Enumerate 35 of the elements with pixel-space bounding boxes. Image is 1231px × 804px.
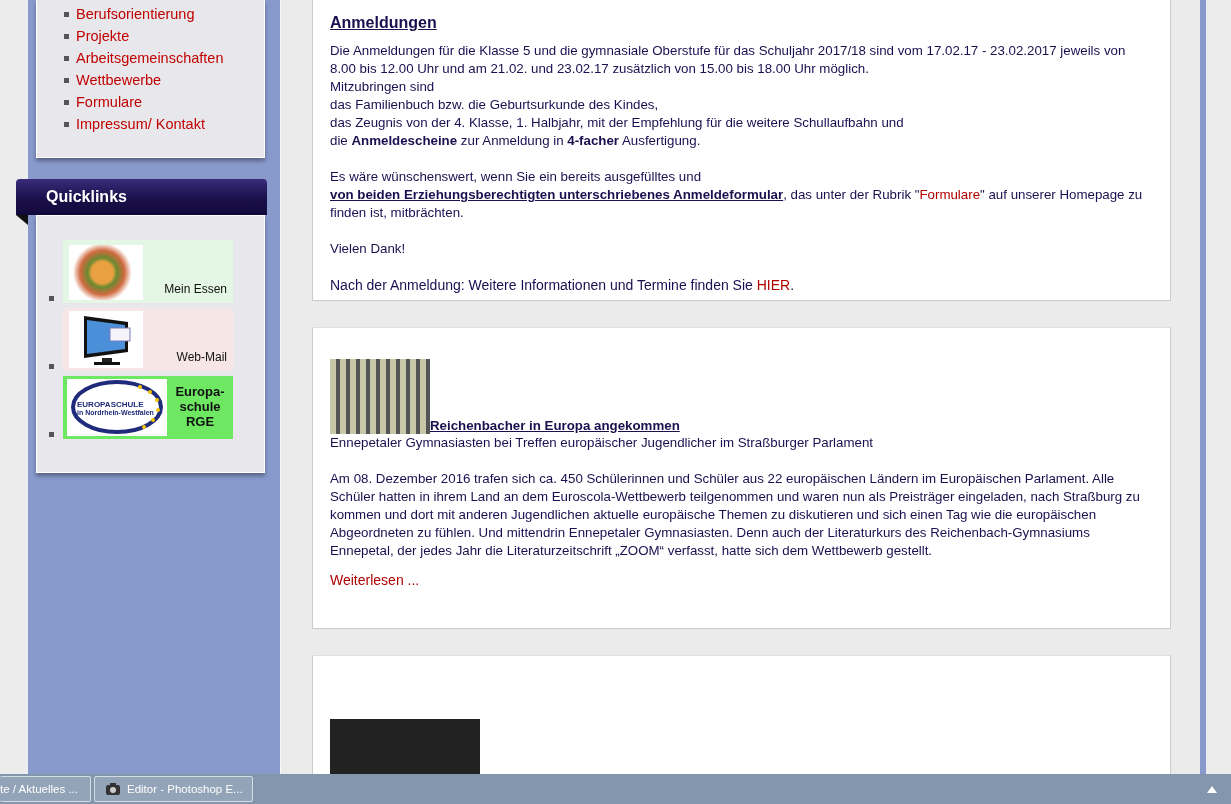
meal-link[interactable]: Mein Essen bbox=[63, 240, 233, 303]
bullet-icon bbox=[49, 296, 54, 301]
article-text: Mitzubringen sind bbox=[330, 78, 436, 96]
show-hidden-icons-icon[interactable] bbox=[1207, 785, 1217, 793]
nav-link[interactable]: Berufsorientierung bbox=[76, 6, 195, 22]
bullet-icon bbox=[64, 55, 69, 61]
nav-link[interactable]: Impressum/ Kontakt bbox=[76, 116, 205, 132]
bullet-icon bbox=[64, 99, 69, 105]
bullet-icon bbox=[64, 77, 69, 83]
form-link[interactable]: von beiden Erziehungsberechtigten unterschriebenes Anmeldeformular bbox=[330, 187, 784, 202]
bullet-icon bbox=[49, 364, 54, 369]
camera-icon bbox=[105, 782, 121, 796]
nav-link[interactable]: Formulare bbox=[76, 94, 143, 110]
nav-link[interactable]: Arbeitsgemeinschaften bbox=[76, 50, 224, 66]
article-text: Nach der Anmeldung: Weitere Informationen und Termine finden Sie HIER. bbox=[330, 276, 796, 294]
nav-link[interactable]: Projekte bbox=[76, 28, 130, 44]
article-text: das Zeugnis von der 4. Klasse, 1. Halbjahr, mit der Empfehlung für die weitere Schullaufbahn und bbox=[330, 114, 905, 132]
article-text: Am 08. Dezember 2016 trafen sich ca. 450 Schülerinnen und Schüler aus 22 europäischen Ländern im Europäischen Parlament. Alle Schüler hatten in ihrem Land an dem Euroscola-Wettbewerb teilgenommen und waren nun als Preisträger eingeladen, nach Straßburg zu kommen und dort mit anderen Jugendlichen aktuelle europäische Themen zu diskutieren und sich einen Tag wie die europäischen Abgeordneten zu fühlen. Und mittendrin Ennepetaler Gymnasiasten. Denn auch der Literaturkurs des Reichenbach-Gymnasiums Ennepetal, der jedes Jahr die Literaturzeitschrift „ZOOM“ verfasst, hatte sich dem Wettbewerb gestellt. bbox=[330, 470, 1141, 560]
article-text: die Anmeldescheine zur Anmeldung in 4-facher Ausfertigung. bbox=[330, 132, 702, 150]
text-link[interactable]: Formulare bbox=[919, 187, 981, 202]
article-text: Vielen Dank! bbox=[330, 240, 407, 258]
nav-link[interactable]: Wettbewerbe bbox=[76, 72, 162, 88]
quicklinks-title: Quicklinks bbox=[46, 188, 127, 206]
article-subtitle: Ennepetaler Gymnasiasten bei Treffen europäischer Jugendlicher im Straßburger Parlament bbox=[330, 434, 874, 452]
webmail-link[interactable]: Web-Mail bbox=[63, 308, 233, 371]
article-text: Die Anmeldungen für die Klasse 5 und die gymnasiale Oberstufe für das Schuljahr 2017/18 sind vom 17.02.17 - 23.02.2017 jeweils von 8.00 bis 12.00 Uhr und am 21.02. und 23.02.17 zusätzlich von 15.00 bis 18.00 Uhr möglich. bbox=[330, 42, 1127, 78]
read-more-link[interactable]: Weiterlesen ... bbox=[330, 572, 420, 588]
article-text: das Familienbuch bzw. die Geburtsurkunde des Kindes, bbox=[330, 96, 660, 114]
bullet-icon bbox=[64, 33, 69, 39]
bullet-icon bbox=[64, 11, 69, 17]
bullet-icon bbox=[64, 121, 69, 127]
article-text: Es wäre wünschenswert, wenn Sie ein bereits ausgefülltes und von beiden Erziehungsberechtigten unterschriebenes Anmeldeformular, das unter der Rubrik "Formulare" auf unserer Homepage zu finden ist, mitbrächten. bbox=[330, 168, 1144, 222]
article-title-link[interactable]: Reichenbacher in Europa angekommen bbox=[430, 418, 680, 434]
article-title: Anmeldungen bbox=[330, 14, 438, 32]
bullet-icon bbox=[49, 432, 54, 437]
